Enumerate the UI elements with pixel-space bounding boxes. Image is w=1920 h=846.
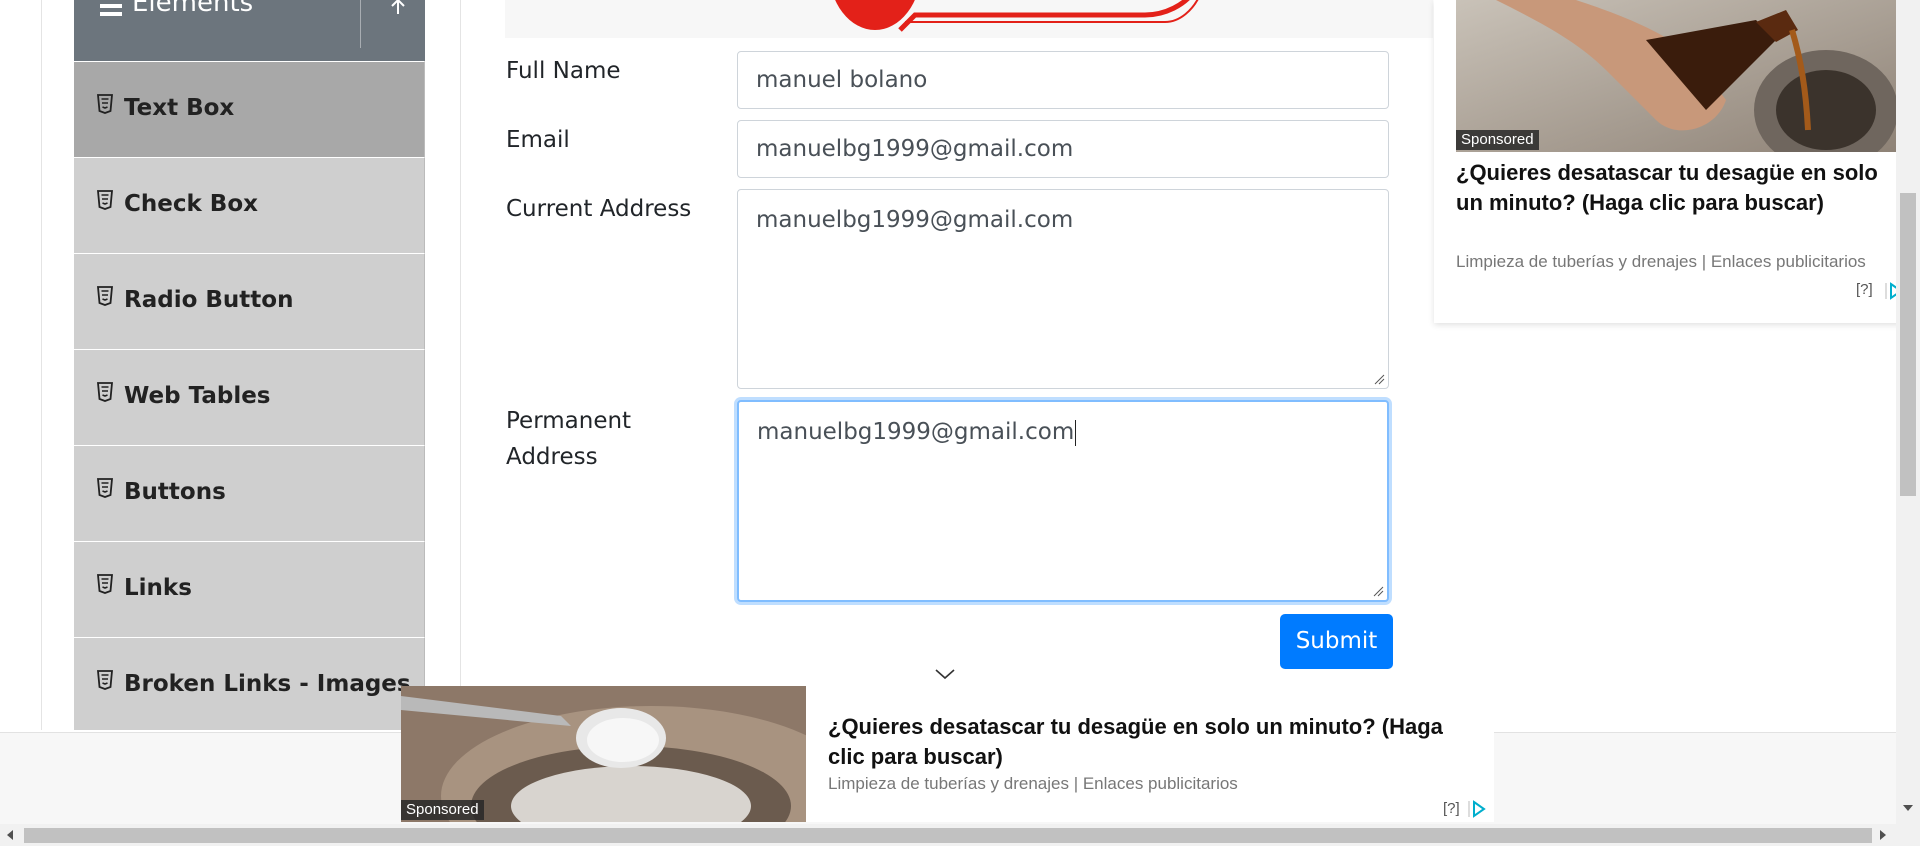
permanent-address-textarea[interactable]: manuelbg1999@gmail.com [737, 400, 1389, 602]
sidebar: Elements Text Box Check Box Radio Button… [74, 0, 425, 730]
current-address-label: Current Address [506, 196, 692, 222]
chevron-down-icon[interactable] [934, 666, 956, 680]
scroll-right-arrow[interactable] [1880, 830, 1886, 840]
sidebar-item-label: Links [124, 575, 192, 601]
sidebar-item-label: Text Box [124, 95, 235, 121]
sidebar-item-check-box[interactable]: Check Box [74, 157, 425, 253]
html5-icon [97, 94, 113, 114]
textarea-resize-icon[interactable] [1373, 373, 1385, 385]
scroll-left-arrow[interactable] [7, 830, 13, 840]
header-divider [360, 0, 361, 48]
html5-icon [97, 574, 113, 594]
sidebar-item-label: Web Tables [124, 383, 271, 409]
textarea-resize-icon[interactable] [1372, 585, 1384, 597]
group-title: Elements [132, 0, 254, 18]
vertical-scrollbar-thumb[interactable] [1900, 193, 1916, 496]
full-name-value: manuel bolano [756, 67, 928, 93]
sponsored-badge: Sponsored [401, 800, 484, 820]
menu-icon [100, 4, 122, 16]
ad-image[interactable]: Sponsored [1456, 0, 1896, 152]
sidebar-item-buttons[interactable]: Buttons [74, 445, 425, 541]
sidebar-item-label: Broken Links - Images [124, 671, 411, 697]
email-input[interactable]: manuelbg1999@gmail.com [737, 120, 1389, 178]
elements-group-header[interactable]: Elements [74, 0, 425, 61]
sidebar-item-label: Buttons [124, 479, 226, 505]
permanent-address-label: Permanent Address [506, 403, 631, 475]
sidebar-item-radio-button[interactable]: Radio Button [74, 253, 425, 349]
sidebar-item-label: Radio Button [124, 287, 294, 313]
top-banner-image [505, 0, 1433, 38]
ad-source[interactable]: Limpieza de tuberías y drenajes | Enlace… [828, 774, 1448, 794]
sidebar-item-broken-links-images[interactable]: Broken Links - Images [74, 637, 425, 730]
ad-image[interactable]: Sponsored [401, 686, 806, 822]
banner-graphic [835, 0, 1199, 32]
email-value: manuelbg1999@gmail.com [756, 136, 1074, 162]
ad-info-link[interactable]: [?] [1856, 281, 1873, 298]
horizontal-scrollbar-thumb[interactable] [24, 828, 1872, 843]
current-address-textarea[interactable]: manuelbg1999@gmail.com [737, 189, 1389, 389]
sponsored-badge: Sponsored [1456, 130, 1539, 150]
permanent-address-label-line2: Address [506, 444, 598, 470]
sidebar-item-web-tables[interactable]: Web Tables [74, 349, 425, 445]
html5-icon [97, 190, 113, 210]
sidebar-item-links[interactable]: Links [74, 541, 425, 637]
vertical-scrollbar[interactable] [1896, 0, 1920, 824]
collapse-icon[interactable] [385, 0, 411, 20]
html5-icon [97, 382, 113, 402]
adchoices-icon[interactable] [1467, 800, 1487, 818]
horizontal-scrollbar[interactable] [0, 824, 1920, 846]
text-cursor [1075, 419, 1077, 446]
email-label: Email [506, 127, 570, 153]
ad-source[interactable]: Limpieza de tuberías y drenajes | Enlace… [1456, 252, 1911, 272]
html5-icon [97, 478, 113, 498]
full-name-label: Full Name [506, 58, 621, 84]
html5-icon [97, 670, 113, 690]
ad-info-link[interactable]: [?] [1443, 800, 1460, 817]
ad-title[interactable]: ¿Quieres desatascar tu desagüe en solo u… [828, 712, 1448, 772]
bottom-sponsored-ad[interactable]: Sponsored ¿Quieres desatascar tu desagüe… [401, 686, 1494, 822]
right-sponsored-ad[interactable]: Sponsored ¿Quieres desatascar tu desagüe… [1434, 0, 1920, 323]
page-gutter-left [41, 0, 42, 730]
page-gutter-right [460, 0, 461, 730]
html5-icon [97, 286, 113, 306]
ad-title[interactable]: ¿Quieres desatascar tu desagüe en solo u… [1456, 158, 1896, 218]
permanent-address-value: manuelbg1999@gmail.com [757, 419, 1075, 445]
scroll-down-arrow[interactable] [1903, 805, 1913, 811]
sidebar-item-text-box[interactable]: Text Box [74, 61, 425, 157]
full-name-input[interactable]: manuel bolano [737, 51, 1389, 109]
permanent-address-label-line1: Permanent [506, 408, 632, 434]
sidebar-item-label: Check Box [124, 191, 258, 217]
current-address-value: manuelbg1999@gmail.com [756, 207, 1074, 233]
submit-button[interactable]: Submit [1280, 614, 1393, 669]
